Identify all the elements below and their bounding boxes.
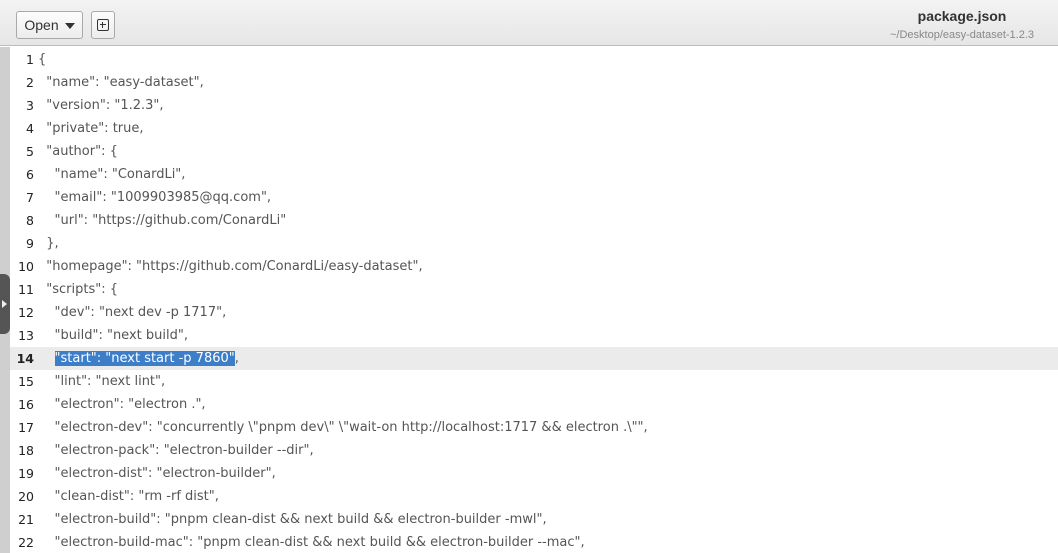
document-title: package.json <box>917 8 1007 24</box>
code-line[interactable]: 11 "scripts": { <box>10 278 1058 301</box>
line-number: 10 <box>18 259 34 274</box>
code-text: "electron-dist": "electron-builder", <box>38 466 276 481</box>
line-number: 9 <box>26 236 34 251</box>
code-text: "start": "next start -p 7860", <box>38 351 239 366</box>
code-text: "build": "next build", <box>38 328 188 343</box>
line-number: 6 <box>26 167 34 182</box>
title-block: package.json ~/Desktop/easy-dataset-1.2.… <box>890 8 1034 43</box>
code-text: "name": "easy-dataset", <box>38 75 204 90</box>
code-text: }, <box>38 236 59 251</box>
line-number: 11 <box>18 282 34 297</box>
line-number: 17 <box>18 420 34 435</box>
header-bar: Open package.json ~/Desktop/easy-dataset… <box>0 0 1058 46</box>
line-number: 2 <box>26 75 34 90</box>
line-number: 21 <box>18 512 34 527</box>
code-trailing: , <box>234 351 239 366</box>
line-number: 16 <box>18 397 34 412</box>
code-text: "lint": "next lint", <box>38 374 166 389</box>
line-number: 8 <box>26 213 34 228</box>
code-text: "electron-dev": "concurrently \"pnpm dev… <box>38 420 648 435</box>
code-line[interactable]: 12 "dev": "next dev -p 1717", <box>10 301 1058 324</box>
new-document-button[interactable] <box>91 11 115 39</box>
code-text: "dev": "next dev -p 1717", <box>38 305 227 320</box>
open-button-label: Open <box>24 17 59 33</box>
code-text: "version": "1.2.3", <box>38 98 164 113</box>
line-number: 14 <box>16 351 34 366</box>
code-line[interactable]: 13 "build": "next build", <box>10 324 1058 347</box>
line-number: 20 <box>18 489 34 504</box>
code-line[interactable]: 3 "version": "1.2.3", <box>10 94 1058 117</box>
document-path: ~/Desktop/easy-dataset-1.2.3 <box>890 29 1034 41</box>
code-line[interactable]: 5 "author": { <box>10 140 1058 163</box>
open-button[interactable]: Open <box>16 11 83 39</box>
code-text: "clean-dist": "rm -rf dist", <box>38 489 219 504</box>
line-number: 1 <box>26 52 34 67</box>
code-line[interactable]: 19 "electron-dist": "electron-builder", <box>10 462 1058 485</box>
line-number: 5 <box>26 144 34 159</box>
code-text: "private": true, <box>38 121 144 136</box>
code-text: "author": { <box>38 144 118 159</box>
code-text: "url": "https://github.com/ConardLi" <box>38 213 287 228</box>
line-number: 15 <box>18 374 34 389</box>
code-line[interactable]: 20 "clean-dist": "rm -rf dist", <box>10 485 1058 508</box>
chevron-right-icon <box>2 300 7 308</box>
line-number: 18 <box>18 443 34 458</box>
code-line[interactable]: 14 "start": "next start -p 7860", <box>10 347 1058 370</box>
line-number: 3 <box>26 98 34 113</box>
line-number: 22 <box>18 535 34 550</box>
chevron-down-icon <box>64 23 75 29</box>
line-number: 4 <box>26 121 34 136</box>
code-text: "homepage": "https://github.com/ConardLi… <box>38 259 423 274</box>
code-text: { <box>38 52 47 67</box>
code-line[interactable]: 2 "name": "easy-dataset", <box>10 71 1058 94</box>
code-text: "electron-pack": "electron-builder --dir… <box>38 443 314 458</box>
code-text: "electron-build-mac": "pnpm clean-dist &… <box>38 535 585 550</box>
code-line[interactable]: 18 "electron-pack": "electron-builder --… <box>10 439 1058 462</box>
code-line[interactable]: 15 "lint": "next lint", <box>10 370 1058 393</box>
code-line[interactable]: 1{ <box>10 48 1058 71</box>
code-text: "electron-build": "pnpm clean-dist && ne… <box>38 512 547 527</box>
code-line[interactable]: 4 "private": true, <box>10 117 1058 140</box>
code-line[interactable]: 8 "url": "https://github.com/ConardLi" <box>10 209 1058 232</box>
line-number: 7 <box>26 190 34 205</box>
code-line[interactable]: 10 "homepage": "https://github.com/Conar… <box>10 255 1058 278</box>
code-text: "scripts": { <box>38 282 119 297</box>
code-editor[interactable]: 1{2 "name": "easy-dataset", 3 "version": … <box>10 47 1058 553</box>
code-text: "name": "ConardLi", <box>38 167 186 182</box>
code-line[interactable]: 9 }, <box>10 232 1058 255</box>
line-number: 12 <box>18 305 34 320</box>
code-line[interactable]: 17 "electron-dev": "concurrently \"pnpm … <box>10 416 1058 439</box>
code-text: "electron": "electron .", <box>38 397 206 412</box>
side-panel-handle[interactable] <box>0 274 10 334</box>
line-number: 19 <box>18 466 34 481</box>
code-line[interactable]: 16 "electron": "electron .", <box>10 393 1058 416</box>
line-number: 13 <box>18 328 34 343</box>
new-document-icon <box>97 19 109 31</box>
code-line[interactable]: 7 "email": "1009903985@qq.com", <box>10 186 1058 209</box>
code-text: "email": "1009903985@qq.com", <box>38 190 272 205</box>
text-editor-window: Open package.json ~/Desktop/easy-dataset… <box>0 0 1058 553</box>
code-line[interactable]: 22 "electron-build-mac": "pnpm clean-dis… <box>10 531 1058 553</box>
selected-text[interactable]: "start": "next start -p 7860" <box>54 351 235 366</box>
code-line[interactable]: 6 "name": "ConardLi", <box>10 163 1058 186</box>
code-line[interactable]: 21 "electron-build": "pnpm clean-dist &&… <box>10 508 1058 531</box>
